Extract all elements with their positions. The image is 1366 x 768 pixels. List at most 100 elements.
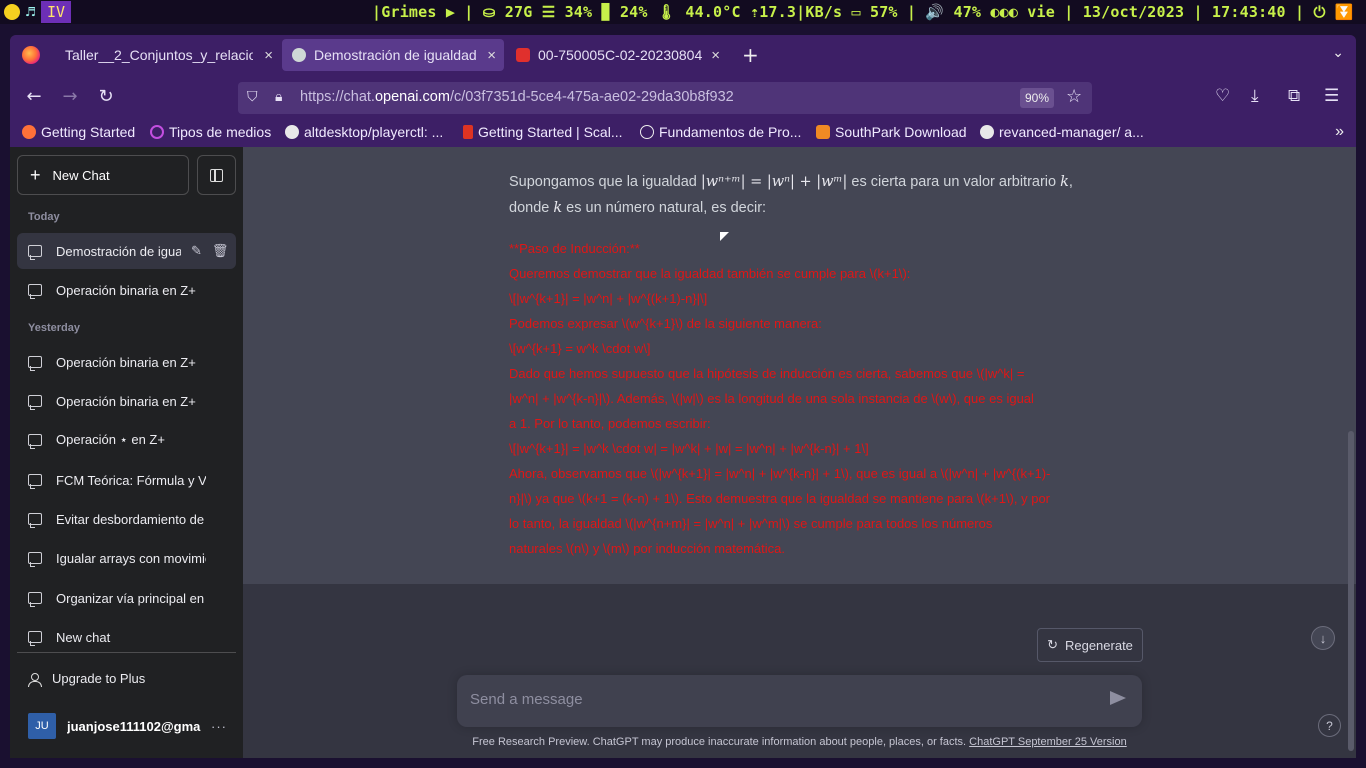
chat-bubble-icon: [28, 434, 42, 449]
message-composer[interactable]: Send a message: [457, 675, 1142, 727]
scrollbar[interactable]: [1348, 431, 1354, 751]
refresh-icon: ↻: [1047, 637, 1058, 652]
tab-title: Demostración de igualdad: [314, 47, 477, 63]
scala-icon: [463, 125, 473, 139]
conversation-item-active[interactable]: Demostración de igualdad ✎ 🗑︎: [17, 233, 236, 269]
conversation-title: Operación ⋆ en Z+: [56, 432, 165, 447]
conversation-title: Evitar desbordamiento de pila: [56, 511, 206, 527]
tab-demostracion[interactable]: Demostración de igualdad ×: [282, 39, 504, 71]
chat-bubble-icon: [28, 284, 42, 299]
chatgpt-page: + New Chat Today Demostración de igualda…: [10, 147, 1356, 758]
conversation-item[interactable]: New chat: [17, 619, 236, 655]
url-text[interactable]: https://chat.openai.com/c/03f7351d-5ce4-…: [300, 89, 734, 105]
plus-icon: +: [30, 164, 41, 185]
tab-title: Taller__2_Conjuntos_y_relacion: [65, 47, 253, 63]
extensions-icon[interactable]: ⧉: [1288, 86, 1300, 106]
edit-pencil-icon[interactable]: ✎: [191, 243, 202, 259]
mouse-cursor-icon: [720, 232, 730, 248]
close-icon[interactable]: ×: [487, 47, 496, 64]
conversation-item[interactable]: Operación binaria en Z+: [17, 383, 236, 419]
conversation-item[interactable]: Operación ⋆ en Z+: [17, 422, 236, 458]
circle-icon: [150, 125, 164, 139]
scroll-down-button[interactable]: ↓: [1311, 626, 1335, 650]
today-label: Today: [28, 211, 60, 223]
close-icon[interactable]: ×: [264, 47, 273, 64]
distro-icon: [4, 4, 20, 20]
conversation-item[interactable]: Igualar arrays con movimientos: [17, 540, 236, 576]
user-menu[interactable]: JU juanjose111102@gmail.com ···: [28, 713, 238, 739]
list-tabs-chevron-icon[interactable]: ⌄: [1332, 45, 1344, 61]
help-button[interactable]: ?: [1318, 714, 1341, 737]
github-icon: [980, 125, 994, 139]
globe-icon: [640, 125, 654, 139]
pocket-icon[interactable]: ♡: [1215, 86, 1230, 106]
workspace-indicator[interactable]: ♬ IV: [0, 1, 72, 23]
hamburger-menu-icon[interactable]: ☰: [1324, 86, 1339, 106]
message-intro: Supongamos que la igualdad |wⁿ⁺ᵐ| = |wⁿ|…: [509, 174, 1073, 216]
status-text: |Grimes ▶ | ⛀ 27G ☰ 34% ▉ 24% 🌡 44.0°C ⇡…: [372, 3, 1354, 21]
conversation-title: Operación binaria en Z+: [56, 282, 196, 298]
chat-bubble-icon: [28, 592, 42, 607]
bookmark-fundamentos[interactable]: Fundamentos de Pro...: [640, 124, 801, 140]
raw-latex-text: **Paso de Inducción:** Queremos demostra…: [509, 241, 1051, 556]
navigation-bar: ← → ↻ ⛉ 🔒︎ https://chat.openai.com/c/03f…: [10, 75, 1356, 119]
downloads-icon[interactable]: ⤓: [1251, 86, 1259, 106]
bookmark-revanced[interactable]: revanced-manager/ a...: [980, 124, 1144, 140]
shield-icon[interactable]: ⛉: [247, 89, 258, 105]
send-icon[interactable]: [1110, 691, 1126, 705]
bookmark-playerctl[interactable]: altdesktop/playerctl: ...: [285, 124, 443, 140]
bookmark-southpark[interactable]: SouthPark Download: [816, 124, 967, 140]
lock-icon[interactable]: 🔒︎: [275, 89, 282, 105]
conversation-item[interactable]: Evitar desbordamiento de pila: [17, 501, 236, 537]
new-tab-button[interactable]: +: [742, 43, 759, 67]
conversation-title: New chat: [56, 629, 111, 645]
yesterday-label: Yesterday: [28, 322, 80, 334]
conversation-title: Operación binaria en Z+: [56, 354, 196, 370]
url-bar[interactable]: ⛉ 🔒︎ https://chat.openai.com/c/03f7351d-…: [238, 82, 1092, 114]
regenerate-button[interactable]: ↻ Regenerate: [1037, 628, 1143, 662]
bookmark-scala[interactable]: Getting Started | Scal...: [463, 124, 622, 140]
toggle-sidebar-button[interactable]: [197, 155, 236, 195]
sidebar-panel-icon: [210, 169, 223, 182]
more-bookmarks-icon[interactable]: »: [1335, 123, 1344, 141]
message-input[interactable]: Send a message: [470, 691, 583, 708]
new-chat-button[interactable]: + New Chat: [17, 155, 189, 195]
workspace-label[interactable]: IV: [41, 1, 72, 23]
firefox-icon: [22, 46, 40, 64]
assistant-message: Supongamos que la igualdad |wⁿ⁺ᵐ| = |wⁿ|…: [243, 147, 1356, 584]
openai-icon: [292, 48, 306, 62]
avatar: JU: [28, 713, 56, 739]
conversation-item[interactable]: FCM Teórica: Fórmula y Variables: [17, 462, 236, 498]
version-link[interactable]: ChatGPT September 25 Version: [969, 736, 1127, 748]
user-icon: [28, 672, 42, 687]
conversation-item[interactable]: Organizar vía principal en Python: [17, 580, 236, 616]
sidebar-divider: [17, 652, 236, 653]
tab-pdf[interactable]: 00-750005C-02-20230804 ×: [506, 39, 728, 71]
chat-bubble-icon: [28, 552, 42, 567]
system-status-bar: ♬ IV |Grimes ▶ | ⛀ 27G ☰ 34% ▉ 24% 🌡 44.…: [0, 0, 1366, 24]
chat-bubble-icon: [28, 356, 42, 371]
forward-arrow-icon[interactable]: →: [59, 86, 81, 107]
close-icon[interactable]: ×: [711, 47, 720, 64]
tab-taller[interactable]: Taller__2_Conjuntos_y_relacion ×: [55, 39, 281, 71]
footer-disclaimer: Free Research Preview. ChatGPT may produ…: [472, 736, 1127, 748]
conversation-item[interactable]: Operación binaria en Z+: [17, 344, 236, 380]
conversation-title: Igualar arrays con movimientos: [56, 550, 206, 566]
back-arrow-icon[interactable]: ←: [23, 86, 45, 107]
chat-bubble-icon: [28, 513, 42, 528]
more-options-icon[interactable]: ···: [211, 719, 227, 734]
upgrade-to-plus-button[interactable]: Upgrade to Plus: [28, 671, 145, 687]
music-icon: ♬: [26, 3, 36, 21]
reload-icon[interactable]: ↻: [95, 86, 117, 107]
conversation-title: FCM Teórica: Fórmula y Variables: [56, 472, 206, 488]
zoom-badge[interactable]: 90%: [1020, 88, 1055, 108]
conversation-title: Demostración de igualdad: [56, 243, 181, 259]
tab-title: 00-750005C-02-20230804: [538, 47, 703, 63]
bookmark-tipos-de-medios[interactable]: Tipos de medios: [150, 124, 271, 140]
bookmark-getting-started[interactable]: Getting Started: [22, 124, 135, 140]
pdf-icon: [516, 48, 530, 62]
conversation-item[interactable]: Operación binaria en Z+: [17, 272, 236, 308]
trash-icon[interactable]: 🗑︎: [212, 243, 229, 259]
conversation-title: Operación binaria en Z+: [56, 393, 196, 409]
bookmark-star-icon[interactable]: ☆: [1066, 86, 1082, 107]
